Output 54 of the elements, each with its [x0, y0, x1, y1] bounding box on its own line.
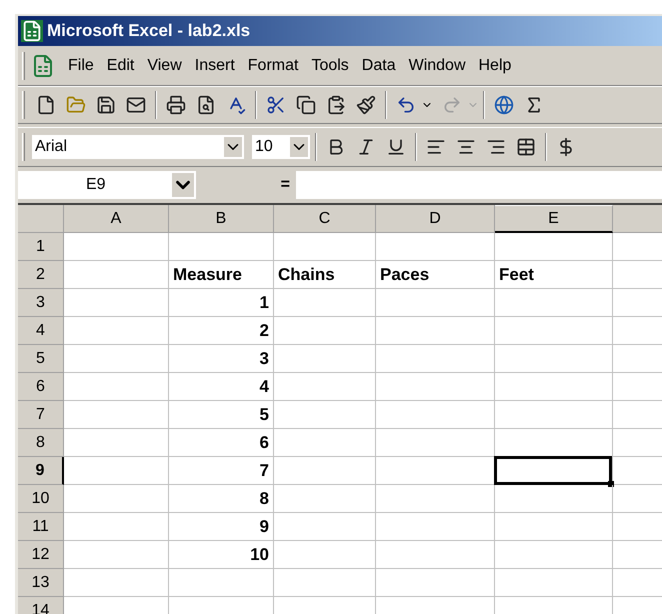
column-header[interactable]: B	[169, 205, 274, 233]
row-header[interactable]: 9	[18, 457, 64, 485]
menu-item[interactable]: Edit	[102, 54, 140, 78]
row-header[interactable]: 3	[18, 289, 64, 317]
window-title: Microsoft Excel - lab2.xls	[47, 20, 250, 42]
row-header[interactable]: 10	[18, 485, 64, 513]
column-header[interactable]	[613, 205, 662, 233]
font-dropdown[interactable]: Arial	[31, 134, 245, 160]
formula-equals[interactable]: =	[196, 173, 296, 197]
row-header[interactable]: 2	[18, 261, 64, 289]
row-header[interactable]: 11	[18, 513, 64, 541]
row-header[interactable]: 12	[18, 541, 64, 569]
menu-item[interactable]: File	[63, 54, 99, 78]
table-cell[interactable]: 5	[169, 401, 274, 429]
caret-icon[interactable]	[172, 173, 194, 197]
table-cell[interactable]: 3	[169, 345, 274, 373]
table-cell[interactable]: 6	[169, 429, 274, 457]
menu-item[interactable]: Insert	[190, 54, 240, 78]
menu-item[interactable]: Data	[356, 54, 401, 78]
table-cell[interactable]: 9	[169, 513, 274, 541]
name-box[interactable]: E9	[18, 171, 196, 199]
row-header[interactable]: 7	[18, 401, 64, 429]
row-header[interactable]: 1	[18, 233, 64, 261]
caret-icon	[224, 137, 242, 157]
table-cell[interactable]: 10	[169, 541, 274, 569]
table-cell[interactable]: 4	[169, 373, 274, 401]
column-header[interactable]: C	[274, 205, 376, 233]
menu-item[interactable]: Format	[242, 54, 304, 78]
column-header[interactable]: E	[495, 205, 613, 233]
column-header[interactable]: A	[64, 205, 169, 233]
table-cell[interactable]: 1	[169, 289, 274, 317]
formula-input[interactable]	[296, 171, 662, 199]
table-cell[interactable]: Paces	[376, 261, 495, 289]
caret-icon	[290, 137, 308, 157]
row-header[interactable]: 5	[18, 345, 64, 373]
table-cell[interactable]: 2	[169, 317, 274, 345]
table-cell[interactable]: 7	[169, 457, 274, 485]
font-size-dropdown[interactable]: 10	[251, 134, 311, 160]
column-header[interactable]: D	[376, 205, 495, 233]
table-cell[interactable]: 8	[169, 485, 274, 513]
table-cell[interactable]: Feet	[495, 261, 613, 289]
row-header[interactable]: 4	[18, 317, 64, 345]
row-header[interactable]: 13	[18, 569, 64, 597]
menu-item[interactable]: Tools	[306, 54, 354, 78]
select-all-corner[interactable]	[18, 205, 64, 233]
menu-item[interactable]: View	[142, 54, 187, 78]
workbook-icon[interactable]	[31, 54, 55, 78]
row-header[interactable]: 6	[18, 373, 64, 401]
menu-item[interactable]: Help	[474, 54, 516, 78]
excel-logo-icon	[21, 20, 43, 42]
table-cell[interactable]: Measure	[169, 261, 274, 289]
row-header[interactable]: 8	[18, 429, 64, 457]
table-cell[interactable]: Chains	[274, 261, 376, 289]
menu-item[interactable]: Window	[404, 54, 470, 78]
